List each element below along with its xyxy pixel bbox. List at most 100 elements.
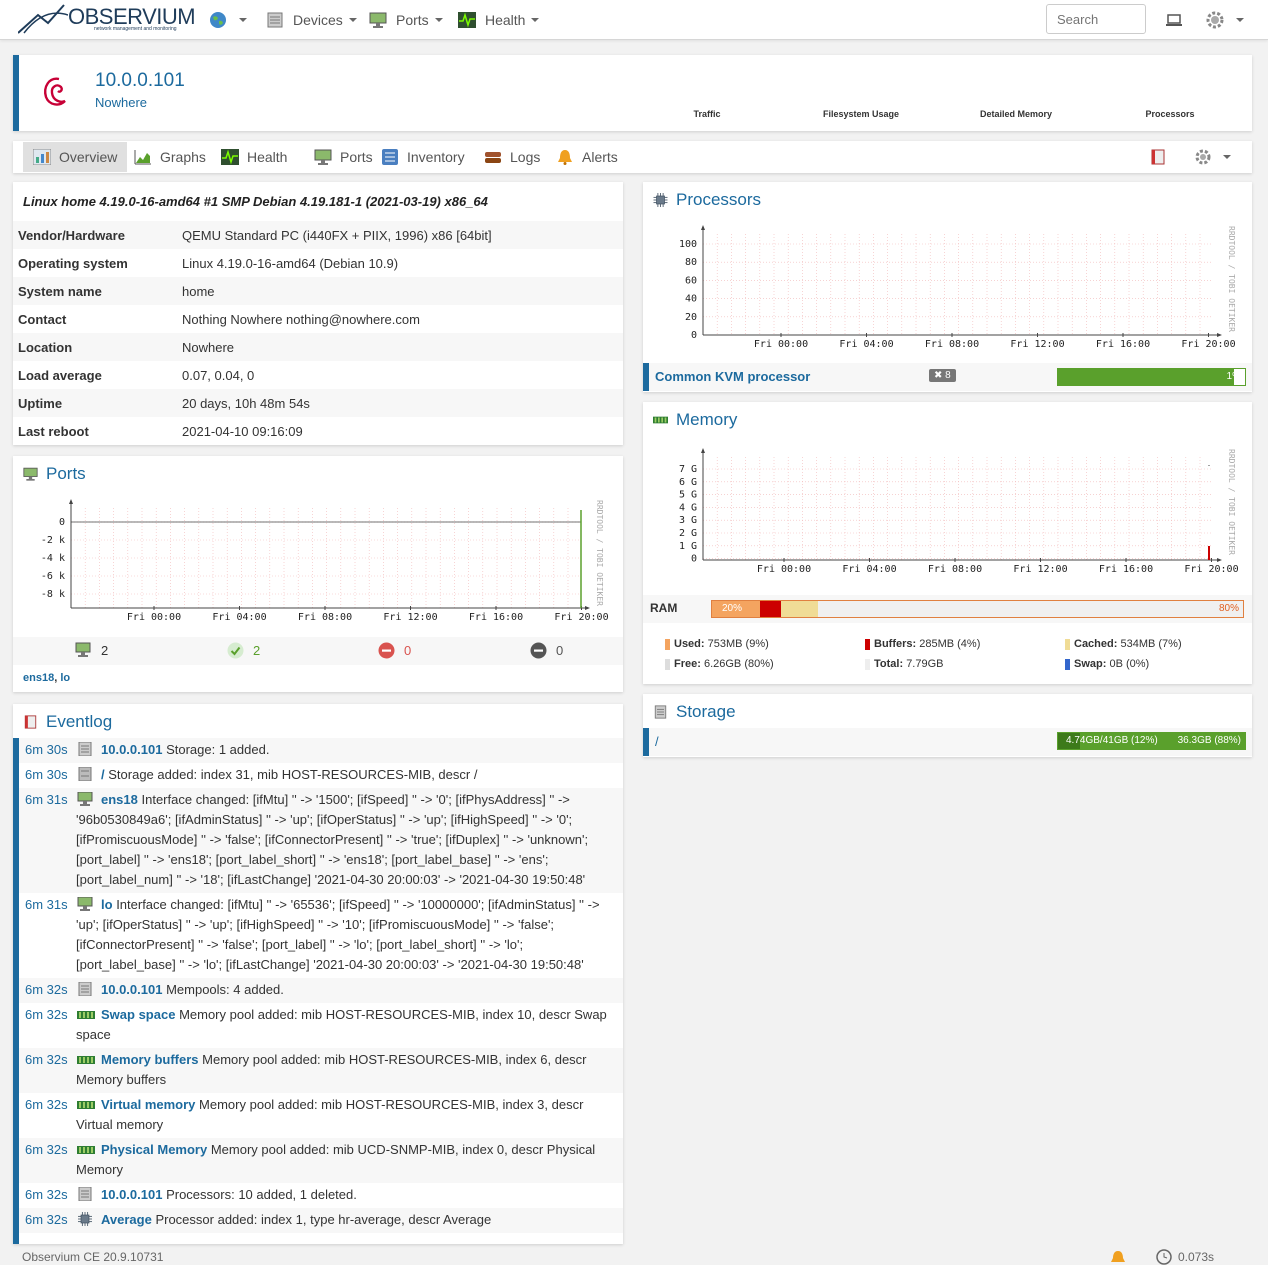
event-entity-link[interactable]: 10.0.0.101 bbox=[101, 1187, 162, 1202]
y-tick-label: 60 bbox=[685, 275, 697, 286]
memory-usage-graph[interactable]: 7 G 6 G 5 G4 G 3 G 2 G 1 G 0 Fri 00:00 Fri 04:00… bbox=[663, 442, 1243, 577]
y-tick-label: 20 bbox=[685, 312, 697, 323]
tab-graphs[interactable]: Graphs bbox=[124, 142, 216, 172]
y-tick-label: 100 bbox=[679, 239, 697, 250]
y-tick-label: 80 bbox=[685, 257, 697, 268]
event-time[interactable]: 6m 32s bbox=[25, 1050, 68, 1070]
rrd-watermark: RRDTOOL / TOBI OETIKER bbox=[1227, 449, 1236, 555]
event-time[interactable]: 6m 32s bbox=[25, 980, 68, 1000]
y-tick-label: 7 G bbox=[679, 464, 697, 475]
ports-down[interactable]: 0 bbox=[378, 642, 411, 659]
event-message: Mempools: 4 added. bbox=[166, 982, 284, 997]
plot-area bbox=[703, 234, 1213, 335]
nav-health-menu[interactable]: Health bbox=[458, 0, 540, 40]
event-entity-link[interactable]: lo bbox=[101, 897, 113, 912]
event-entity-link[interactable]: 10.0.0.101 bbox=[101, 742, 162, 757]
processors-panel-title[interactable]: Processors bbox=[653, 190, 761, 210]
event-entity-link[interactable]: ens18 bbox=[101, 792, 138, 807]
info-value: home bbox=[182, 283, 215, 299]
event-time[interactable]: 6m 30s bbox=[25, 765, 68, 785]
device-settings-menu[interactable] bbox=[1185, 142, 1241, 172]
tab-logs[interactable]: Logs bbox=[474, 142, 550, 172]
mini-graph-memory[interactable]: Detailed Memory bbox=[961, 109, 1071, 119]
nav-devices-menu[interactable]: Devices bbox=[266, 0, 357, 40]
sysdescr: Linux home 4.19.0-16-amd64 #1 SMP Debian… bbox=[23, 194, 488, 209]
memory-legend-item: Swap: 0B (0%) bbox=[1065, 658, 1149, 670]
eventlog-panel-title[interactable]: Eventlog bbox=[23, 712, 112, 732]
event-time[interactable]: 6m 32s bbox=[25, 1095, 68, 1115]
processors-panel: Processors 100 80 60 40 20 0 Fri 00:00 Fri 04:0… bbox=[643, 182, 1252, 392]
ports-traffic-graph[interactable]: 0 -2 k -4 k -6 k -8 k Fri 00:00 Fri 04:00 Fri 0… bbox=[23, 496, 613, 631]
event-time[interactable]: 6m 31s bbox=[25, 790, 68, 810]
event-entity-link[interactable]: 10.0.0.101 bbox=[101, 982, 162, 997]
ports-total[interactable]: 2 bbox=[75, 642, 108, 658]
info-value: 2021-04-10 09:16:09 bbox=[182, 423, 303, 439]
rrd-watermark: RRDTOOL / TOBI OETIKER bbox=[595, 500, 604, 606]
event-entity-link[interactable]: Swap space bbox=[101, 1007, 175, 1022]
memory-legend-item: Used: 753MB (9%) bbox=[665, 638, 769, 650]
y-axis-arrow bbox=[701, 448, 705, 453]
event-message: Storage added: index 31, mib HOST-RESOUR… bbox=[108, 767, 478, 782]
processor-count-badge: ✖ 8 bbox=[929, 369, 956, 382]
port-icon bbox=[75, 642, 91, 657]
eventlog-shortcut-button[interactable] bbox=[1140, 142, 1176, 172]
event-row: 6m 31s ens18 Interface changed: [ifMtu] '… bbox=[19, 788, 623, 893]
event-time[interactable]: 6m 31s bbox=[25, 895, 68, 915]
nav-ports-menu[interactable]: Ports bbox=[369, 0, 443, 40]
ports-disabled[interactable]: 0 bbox=[530, 642, 563, 659]
footer-right: 0.073s bbox=[1110, 1249, 1214, 1265]
storage-usage-bar: 4.74GB/41GB (12%) 36.3GB (88%) bbox=[1057, 732, 1246, 750]
event-time[interactable]: 6m 30s bbox=[25, 740, 68, 760]
tab-overview-label: Overview bbox=[59, 149, 118, 165]
tab-alerts[interactable]: Alerts bbox=[546, 142, 628, 172]
laptop-button[interactable] bbox=[1166, 0, 1182, 40]
ports-disabled-count: 0 bbox=[556, 643, 564, 658]
mini-graph-processors[interactable]: Processors bbox=[1115, 109, 1225, 119]
nav-globe-menu[interactable] bbox=[209, 0, 247, 40]
observium-logo[interactable]: OBSERVIUM network management and monitor… bbox=[18, 3, 196, 35]
memory-panel-title[interactable]: Memory bbox=[653, 410, 737, 430]
event-entity-link[interactable]: Average bbox=[101, 1212, 152, 1227]
storage-row[interactable]: / 4.74GB/41GB (12%) 36.3GB (88%) bbox=[643, 728, 1252, 756]
event-entity-link[interactable]: Physical Memory bbox=[101, 1142, 207, 1157]
ports-down-count: 0 bbox=[404, 643, 412, 658]
device-hostname[interactable]: 10.0.0.101 bbox=[95, 70, 185, 92]
ram-row[interactable]: RAM 20% 80% bbox=[643, 595, 1252, 623]
mini-graph-traffic[interactable]: Traffic bbox=[652, 109, 762, 119]
event-time[interactable]: 6m 32s bbox=[25, 1210, 68, 1230]
info-value: Nothing Nowhere nothing@nowhere.com bbox=[182, 311, 420, 327]
info-value: 20 days, 10h 48m 54s bbox=[182, 395, 310, 411]
settings-menu[interactable] bbox=[1206, 0, 1244, 40]
disabled-circle-icon bbox=[530, 642, 547, 659]
memory-legend-item: Free: 6.26GB (80%) bbox=[665, 658, 774, 670]
port-link-ens18[interactable]: ens18 bbox=[23, 672, 54, 684]
device-location[interactable]: Nowhere bbox=[95, 95, 147, 110]
y-tick-label: 3 G bbox=[679, 515, 697, 526]
event-entity-link[interactable]: Virtual memory bbox=[101, 1097, 195, 1112]
y-tick-label: 6 G bbox=[679, 477, 697, 488]
tab-health[interactable]: Health bbox=[211, 142, 297, 172]
processor-usage-graph[interactable]: 100 80 60 40 20 0 Fri 00:00 Fri 04:00 Fri 08:00 F… bbox=[663, 222, 1243, 352]
storage-panel-title[interactable]: Storage bbox=[653, 702, 736, 722]
event-entity-link[interactable]: Memory buffers bbox=[101, 1052, 199, 1067]
processor-row[interactable]: Common KVM processor ✖ 8 1% bbox=[643, 363, 1252, 391]
event-time[interactable]: 6m 32s bbox=[25, 1140, 68, 1160]
mini-graph-filesystem[interactable]: Filesystem Usage bbox=[806, 109, 916, 119]
tab-inventory-label: Inventory bbox=[407, 149, 465, 165]
event-time[interactable]: 6m 32s bbox=[25, 1185, 68, 1205]
bell-icon[interactable] bbox=[1110, 1250, 1126, 1264]
processor-name[interactable]: Common KVM processor bbox=[655, 369, 810, 384]
event-time[interactable]: 6m 32s bbox=[25, 1005, 68, 1025]
tab-overview[interactable]: Overview bbox=[23, 142, 128, 172]
tab-inventory[interactable]: Inventory bbox=[371, 142, 475, 172]
ports-panel-title[interactable]: Ports bbox=[23, 464, 86, 484]
nav-ports-label: Ports bbox=[396, 12, 429, 28]
legend-value: 0B (0%) bbox=[1109, 658, 1150, 670]
search-input[interactable] bbox=[1046, 4, 1146, 34]
port-link-lo[interactable]: lo bbox=[60, 672, 70, 684]
ports-up[interactable]: 2 bbox=[227, 642, 260, 659]
x-axis-arrow bbox=[1217, 333, 1222, 337]
event-entity-link[interactable]: / bbox=[101, 767, 105, 782]
storage-mount[interactable]: / bbox=[655, 734, 659, 749]
x-tick-label: Fri 16:00 bbox=[469, 612, 523, 623]
